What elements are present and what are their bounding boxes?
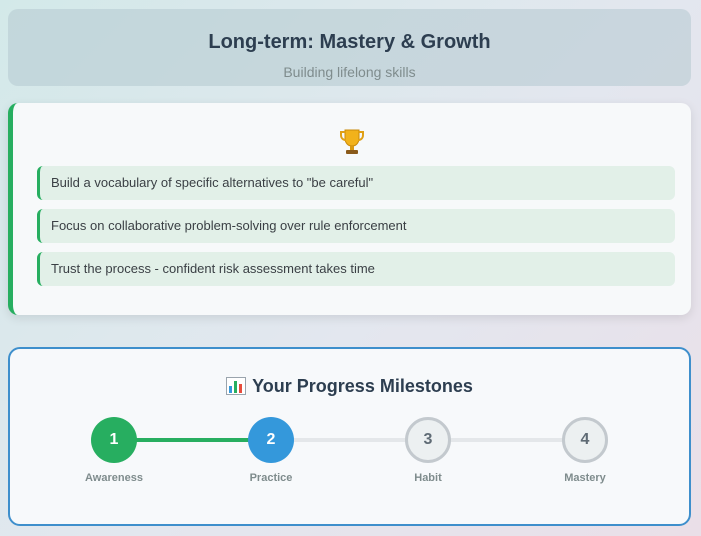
milestone-label-awareness: Awareness bbox=[85, 472, 143, 484]
progress-heading: Your Progress Milestones bbox=[10, 376, 689, 397]
tip-item: Trust the process - confident risk asses… bbox=[37, 252, 675, 286]
milestone-number: 3 bbox=[423, 431, 433, 448]
tips-card: Build a vocabulary of specific alternati… bbox=[8, 103, 691, 315]
milestone-label-habit: Habit bbox=[414, 472, 442, 484]
milestone-step-awareness: 1 bbox=[91, 417, 137, 463]
trophy-icon bbox=[13, 125, 691, 156]
milestone-step-practice: 2 bbox=[248, 417, 294, 463]
progress-title: Your Progress Milestones bbox=[252, 376, 473, 396]
milestone-label-practice: Practice bbox=[249, 472, 293, 484]
milestone-number: 2 bbox=[266, 431, 276, 448]
milestone-step-habit: 3 bbox=[405, 417, 451, 463]
milestone-label-mastery: Mastery bbox=[564, 472, 606, 484]
milestone-step-mastery: 4 bbox=[562, 417, 608, 463]
milestone-number: 1 bbox=[109, 431, 119, 448]
bar-chart-icon bbox=[226, 377, 247, 395]
page-title: Long-term: Mastery & Growth bbox=[208, 31, 491, 53]
page-subtitle: Building lifelong skills bbox=[283, 64, 416, 80]
milestone-number: 4 bbox=[580, 431, 590, 448]
progress-card: Your Progress Milestones 1 2 3 4 Awarene… bbox=[8, 347, 691, 526]
header-card: Long-term: Mastery & Growth Building lif… bbox=[8, 9, 691, 86]
tip-item: Build a vocabulary of specific alternati… bbox=[37, 166, 675, 200]
tip-item: Focus on collaborative problem-solving o… bbox=[37, 209, 675, 243]
